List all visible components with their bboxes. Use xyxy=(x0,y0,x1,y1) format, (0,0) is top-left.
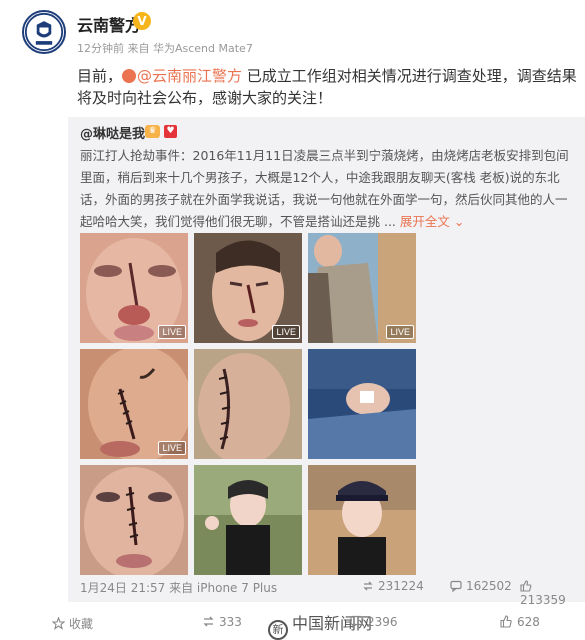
live-badge: LIVE xyxy=(386,325,414,339)
member-icon: ♥ xyxy=(164,125,177,138)
repost-text: 丽江打人抢劫事件：2016年11月11日凌晨三点半到宁蒗烧烤，由烧烤店老板安排到… xyxy=(80,148,569,229)
photo-3[interactable]: LIVE xyxy=(308,233,416,343)
live-badge: LIVE xyxy=(158,441,186,455)
repost-button[interactable]: 333 xyxy=(202,615,242,629)
post-header: 云南警方 V 12分钟前 来自 华为Ascend Mate7 xyxy=(0,0,585,56)
photo-5[interactable] xyxy=(194,349,302,459)
live-badge: LIVE xyxy=(158,325,186,339)
reposted-card[interactable]: @琳哒是我 ♛ ♥ 丽江打人抢劫事件：2016年11月11日凌晨三点半到宁蒗烧烤… xyxy=(68,117,585,607)
mention-link[interactable]: @云南丽江警方 xyxy=(122,67,242,85)
photo-2[interactable]: LIVE xyxy=(194,233,302,343)
watermark-logo-icon: 新 xyxy=(268,620,288,640)
comment-count[interactable]: 162502 xyxy=(450,579,512,593)
photo-4[interactable]: LIVE xyxy=(80,349,188,459)
vip-icon: ♛ xyxy=(145,125,160,138)
verified-badge: V xyxy=(133,12,151,30)
author-name[interactable]: 云南警方 xyxy=(77,12,141,36)
star-icon xyxy=(51,616,66,630)
photo-grid: LIVE LIVE LIVE LIVE xyxy=(80,233,416,583)
favorite-button[interactable]: 收藏 xyxy=(51,615,93,632)
user-icon xyxy=(122,69,137,83)
repost-time: 1月24日 21:57 来自 iPhone 7 Plus xyxy=(80,581,278,595)
repost-footer: 1月24日 21:57 来自 iPhone 7 Plus 231224 1625… xyxy=(80,577,580,607)
photo-1[interactable]: LIVE xyxy=(80,233,188,343)
avatar[interactable] xyxy=(22,10,66,54)
photo-7[interactable] xyxy=(80,465,188,575)
action-bar: 收藏 333 新中国新闻网 2396 628 xyxy=(0,602,585,640)
repost-count[interactable]: 231224 xyxy=(362,579,424,593)
repost-username[interactable]: @琳哒是我 xyxy=(80,123,145,142)
like-button[interactable]: 628 xyxy=(500,615,540,629)
comment-button[interactable]: 2396 xyxy=(350,615,398,629)
comment-icon xyxy=(450,580,462,593)
repost-icon xyxy=(203,616,214,627)
comment-icon xyxy=(350,615,363,629)
repost-icon xyxy=(363,581,373,591)
photo-9[interactable] xyxy=(308,465,416,575)
photo-6[interactable] xyxy=(308,349,416,459)
post-text: 目前， @云南丽江警方 已成立工作组对相关情况进行调查处理，调查结果将及时向社会公… xyxy=(77,67,577,107)
thumbs-up-icon xyxy=(520,580,532,592)
photo-8[interactable] xyxy=(194,465,302,575)
live-badge: LIVE xyxy=(272,325,300,339)
expand-link[interactable]: 展开全文 ⌄ xyxy=(400,214,464,229)
post-meta: 12分钟前 来自 华为Ascend Mate7 xyxy=(77,42,253,55)
thumbs-up-icon xyxy=(500,615,512,628)
